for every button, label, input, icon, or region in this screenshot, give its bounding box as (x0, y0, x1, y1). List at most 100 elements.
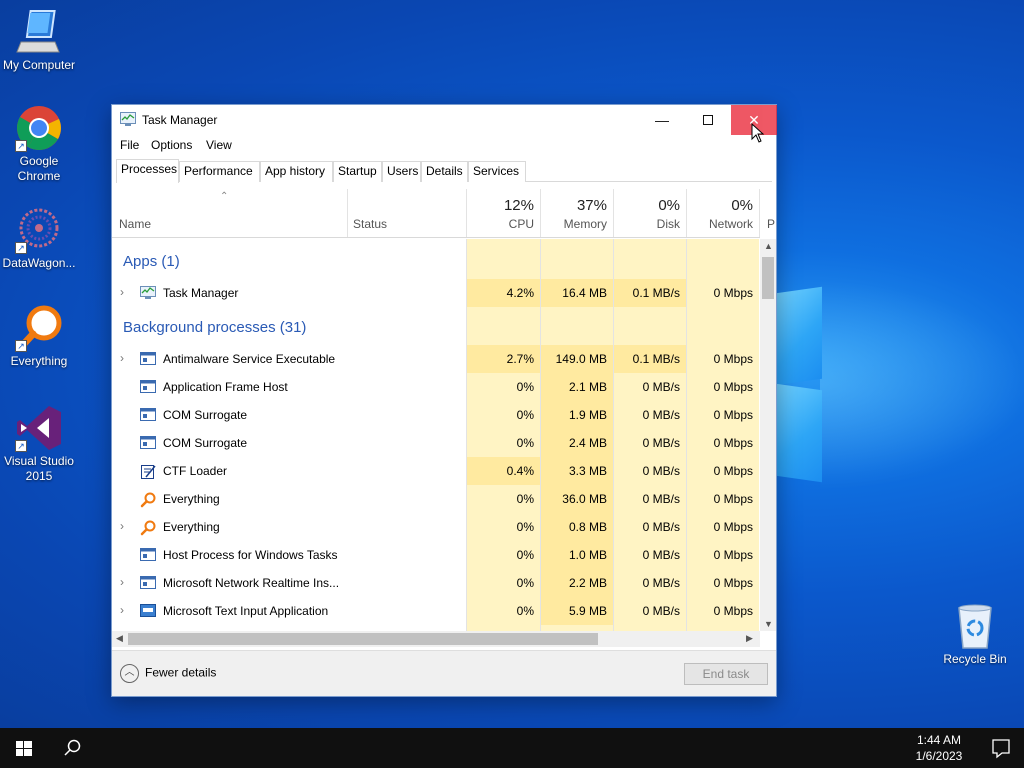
process-network: 0 Mbps (713, 352, 753, 366)
process-row[interactable]: COM Surrogate 0% 1.9 MB 0 MB/s 0 Mbps (112, 401, 760, 429)
chevron-up-icon: ︿ (120, 664, 139, 683)
column-name-label: Name (119, 217, 152, 231)
minimize-button[interactable]: — (639, 105, 685, 135)
menu-options[interactable]: Options (151, 138, 192, 152)
desktop-icon-label: Visual Studio 2015 (4, 454, 74, 483)
process-name: Everything (163, 492, 220, 506)
process-row[interactable]: › Microsoft Network Realtime Ins... 0% 2.2 … (112, 569, 760, 597)
process-row[interactable]: › Task Manager 4.2% 16.4 MB 0.1 MB/s 0 Mbps (112, 279, 760, 307)
shortcut-arrow-icon: ↗ (15, 340, 27, 352)
process-memory: 36.0 MB (541, 485, 613, 513)
scroll-thumb[interactable] (762, 257, 774, 299)
expand-chevron-icon[interactable]: › (120, 575, 124, 589)
process-row[interactable]: Everything 0% 36.0 MB 0 MB/s 0 Mbps (112, 485, 760, 513)
desktop-icon-my-computer[interactable]: My Computer (0, 8, 78, 73)
scroll-down-icon[interactable]: ▼ (764, 619, 773, 629)
disk-label: Disk (656, 217, 680, 231)
maximize-button[interactable] (685, 105, 731, 135)
process-network: 0 Mbps (713, 520, 753, 534)
process-name: Application Frame Host (163, 380, 288, 394)
search-button[interactable] (48, 728, 96, 768)
process-cpu: 0% (516, 436, 534, 450)
process-row[interactable]: Application Frame Host 0% 2.1 MB 0 MB/s 0 Mb… (112, 373, 760, 401)
clock-time: 1:44 AM (916, 733, 962, 747)
process-name: CTF Loader (163, 464, 228, 478)
process-disk: 0.1 MB/s (614, 345, 686, 373)
process-network: 0 Mbps (713, 548, 753, 562)
process-disk: 0 MB/s (642, 604, 680, 618)
desktop-icon-chrome[interactable]: ↗ Google Chrome (0, 104, 78, 184)
network-label: Network (708, 217, 753, 231)
expand-chevron-icon[interactable]: › (120, 351, 124, 365)
tab-startup[interactable]: Startup (333, 161, 382, 182)
horizontal-scrollbar[interactable]: ◀ ▶ (112, 631, 760, 647)
task-manager-icon (120, 112, 136, 127)
process-memory: 2.2 MB (541, 569, 613, 597)
process-memory: 16.4 MB (541, 279, 613, 307)
start-button[interactable] (0, 728, 48, 768)
process-name: Microsoft Text Input Application (163, 604, 329, 618)
desktop-icon-everything[interactable]: ↗ Everything (0, 304, 78, 369)
process-name: Task Manager (163, 286, 239, 300)
scroll-up-icon[interactable]: ▲ (764, 241, 773, 251)
process-row[interactable]: › Everything 0% 0.8 MB 0 MB/s 0 Mbps (112, 513, 760, 541)
process-network: 0 Mbps (713, 436, 753, 450)
process-row[interactable]: Host Process for Windows Tasks 0% 1.0 MB 0 … (112, 541, 760, 569)
end-task-button[interactable]: End task (684, 663, 768, 685)
process-cpu: 0% (516, 408, 534, 422)
process-network: 0 Mbps (713, 464, 753, 478)
column-memory[interactable]: 37% Memory (541, 189, 613, 237)
process-cpu: 4.2% (467, 279, 540, 307)
process-name: Everything (163, 520, 220, 534)
menu-file[interactable]: File (120, 138, 139, 152)
task-manager-window[interactable]: Task Manager — ✕ File Options View Proce… (111, 104, 777, 697)
column-network[interactable]: 0% Network (687, 189, 759, 237)
maximize-icon (703, 115, 713, 125)
process-row[interactable]: CTF Loader 0.4% 3.3 MB 0 MB/s 0 Mbps (112, 457, 760, 485)
expand-chevron-icon[interactable]: › (120, 519, 124, 533)
tab-processes[interactable]: Processes (116, 159, 179, 183)
menu-view[interactable]: View (206, 138, 232, 152)
column-cpu[interactable]: 12% CPU (467, 189, 540, 237)
desktop-icon-label: My Computer (2, 58, 76, 72)
tab-users[interactable]: Users (382, 161, 421, 182)
expand-chevron-icon[interactable]: › (120, 603, 124, 617)
expand-chevron-icon[interactable]: › (120, 285, 124, 299)
process-row[interactable]: COM Surrogate 0% 2.4 MB 0 MB/s 0 Mbps (112, 429, 760, 457)
app-window-icon (140, 352, 156, 366)
process-memory: 1.0 MB (541, 541, 613, 569)
scroll-left-icon[interactable]: ◀ (116, 633, 123, 644)
group-header-apps: Apps (1) (112, 249, 760, 277)
column-name[interactable]: ⌃ Name (112, 189, 347, 237)
group-header-background: Background processes (31) (112, 315, 760, 343)
fewer-details-button[interactable]: ︿ Fewer details (120, 664, 216, 683)
process-memory: 0.8 MB (541, 513, 613, 541)
system-clock[interactable]: 1:44 AM 1/6/2023 (900, 732, 978, 764)
desktop-icon-visual-studio[interactable]: ↗ Visual Studio 2015 (0, 404, 78, 484)
notification-button[interactable] (978, 728, 1024, 768)
tab-details[interactable]: Details (421, 161, 468, 182)
shortcut-arrow-icon: ↗ (15, 440, 27, 452)
column-power-partial[interactable]: P (767, 217, 775, 231)
tab-app-history[interactable]: App history (260, 161, 333, 182)
desktop-icon-recycle-bin[interactable]: Recycle Bin (936, 602, 1014, 667)
process-name: Antimalware Service Executable (163, 352, 336, 366)
scroll-right-icon[interactable]: ▶ (746, 633, 753, 644)
memory-total: 37% (576, 197, 607, 214)
column-status[interactable]: Status (348, 189, 466, 237)
process-disk: 0 MB/s (642, 464, 680, 478)
process-row[interactable]: › Antimalware Service Executable 2.7% 149.0… (112, 345, 760, 373)
tab-services[interactable]: Services (468, 161, 526, 182)
process-disk: 0 MB/s (642, 548, 680, 562)
column-disk[interactable]: 0% Disk (614, 189, 686, 237)
window-title: Task Manager (142, 113, 218, 127)
vertical-scrollbar[interactable]: ▲ ▼ (760, 239, 776, 631)
process-row[interactable]: › Microsoft Text Input Application 0% 5.9 M… (112, 597, 760, 625)
title-bar[interactable]: Task Manager — ✕ (112, 105, 777, 135)
scroll-thumb[interactable] (128, 633, 598, 645)
tab-performance[interactable]: Performance (179, 161, 260, 182)
desktop-icon-datawagon[interactable]: ↗ DataWagon... (0, 206, 78, 271)
network-total: 0% (731, 197, 753, 214)
footer: ︿ Fewer details End task (112, 650, 776, 696)
wallpaper-logo-pane (776, 286, 822, 386)
